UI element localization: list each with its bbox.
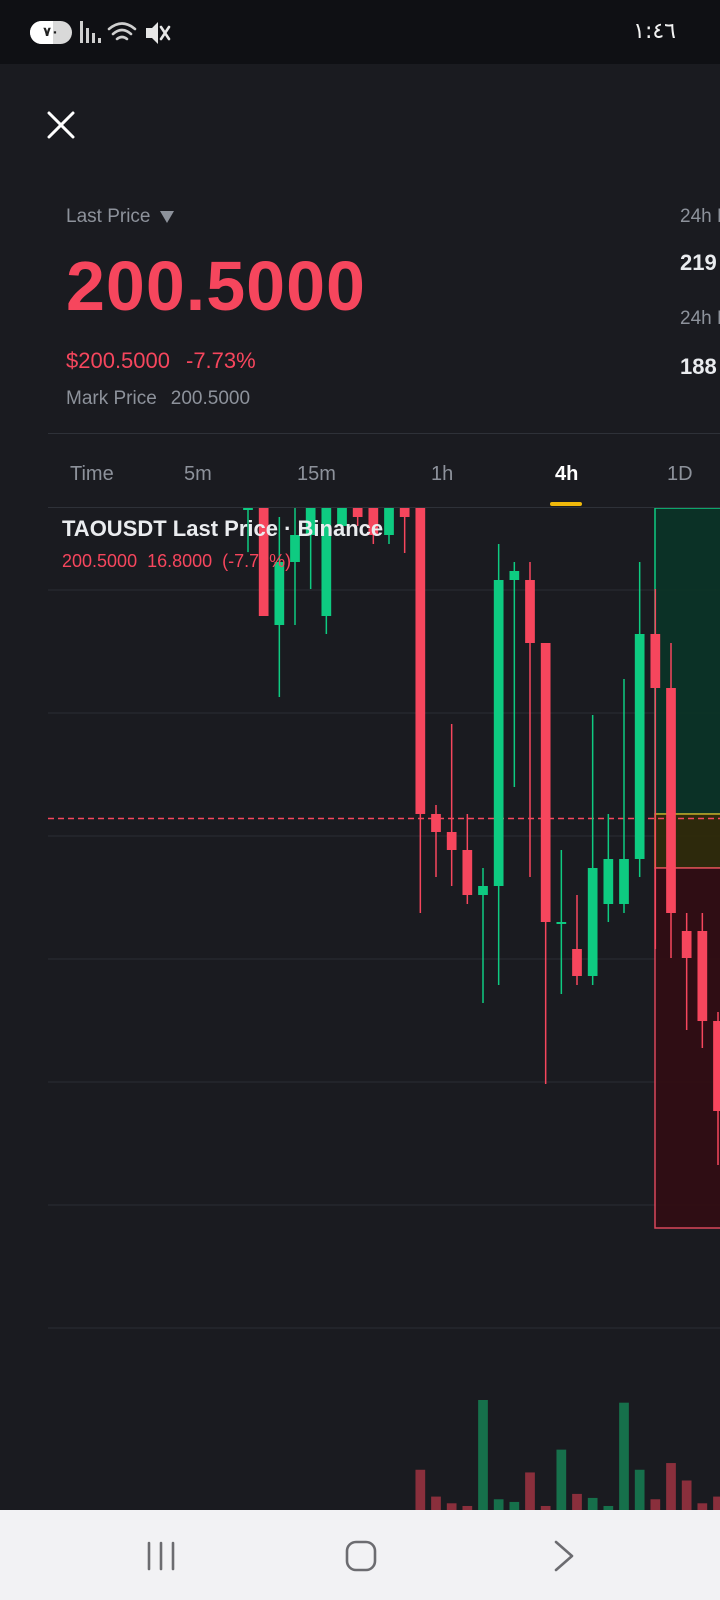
stat-24h-high-value: 219 — [680, 250, 717, 275]
home-icon[interactable] — [341, 1536, 381, 1576]
candle-body — [415, 508, 426, 814]
candle-body — [540, 643, 551, 922]
tab-time[interactable]: Time — [70, 463, 114, 486]
candle-body — [666, 688, 676, 913]
volume-bar — [666, 1463, 676, 1510]
volume-bar — [446, 1503, 457, 1510]
system-nav-bar — [0, 1510, 720, 1600]
mark-price-label: Mark Price — [66, 388, 157, 409]
triangle-down-icon — [160, 211, 175, 223]
chart-title: TAOUSDT Last Price · Binance — [62, 516, 384, 541]
candle-body — [384, 508, 394, 535]
usd-price: $200.5000 — [66, 348, 170, 373]
tab-5m[interactable]: 5m — [184, 463, 212, 486]
volume-bar — [431, 1496, 441, 1510]
candle-body — [431, 814, 441, 832]
candle-body — [399, 508, 410, 517]
interval-tabs: Time 5m 15m 1h 4h 1D — [0, 455, 720, 505]
last-price-selector[interactable]: Last Price — [66, 206, 175, 228]
volume-bar — [713, 1496, 720, 1510]
status-bar: ٧٠ ١:٤٦ — [0, 0, 720, 64]
candle-body — [697, 931, 708, 1021]
stat-24h-low-label: 24h L — [680, 308, 720, 329]
candle-body — [556, 922, 567, 924]
volume-bar — [509, 1501, 520, 1510]
status-time: ١:٤٦ — [633, 19, 676, 44]
last-price-label: Last Price — [66, 206, 151, 227]
volume-bar — [619, 1402, 629, 1510]
candle-body — [243, 508, 253, 510]
volume-bar — [572, 1493, 582, 1510]
candle-body — [525, 580, 535, 643]
signal-wifi-mute-icons — [80, 21, 171, 44]
battery-level: ٧٠ — [43, 24, 59, 39]
chart-sub-pct: (-7.73%) — [222, 551, 292, 571]
change-percent: -7.73% — [186, 348, 256, 373]
candle-body — [478, 886, 488, 895]
chart-sub-change: 16.8000 — [147, 551, 213, 571]
tab-15m[interactable]: 15m — [297, 463, 336, 486]
volume-bar — [650, 1499, 661, 1510]
candle-body — [681, 931, 692, 958]
candle-body — [603, 859, 614, 904]
battery-indicator: ٧٠ — [30, 21, 72, 44]
volume-bar — [415, 1469, 426, 1510]
mark-price-row: Mark Price 200.5000 — [66, 388, 250, 410]
volume-bar — [493, 1499, 504, 1510]
volume-bar — [478, 1400, 488, 1510]
zone-down — [654, 867, 720, 1229]
signal-icon — [80, 21, 101, 43]
stat-24h-low-value: 188 — [680, 354, 717, 379]
divider — [48, 433, 720, 434]
mute-icon — [146, 22, 171, 44]
volume-bar — [634, 1469, 645, 1510]
chart-sub-price: 200.5000 — [62, 551, 138, 571]
candle-body — [650, 634, 661, 688]
price-summary: Last Price 200.5000 $200.5000 -7.73% Mark… — [66, 206, 365, 409]
candle-body — [446, 832, 457, 850]
back-icon[interactable] — [543, 1536, 583, 1576]
mark-price-value: 200.5000 — [170, 388, 251, 409]
zone-up — [654, 508, 720, 815]
candle-body — [509, 571, 520, 580]
candlestick-chart[interactable] — [48, 508, 720, 1510]
candle-body — [493, 580, 504, 886]
chart-canvas[interactable] — [48, 508, 720, 1510]
usd-price-row: $200.5000 -7.73% — [66, 348, 256, 374]
wifi-icon — [107, 22, 137, 41]
chart-subtitle: 200.5000 16.8000 (-7.73%) — [62, 551, 301, 572]
candle-body — [462, 850, 473, 895]
candle-body — [713, 1021, 720, 1111]
volume-bar — [525, 1472, 535, 1510]
last-price-value: 200.5000 — [66, 247, 366, 325]
volume-bar — [681, 1480, 692, 1510]
recent-apps-icon[interactable] — [141, 1536, 181, 1576]
tab-1h[interactable]: 1h — [431, 463, 453, 486]
volume-bar — [556, 1449, 567, 1510]
tab-1d[interactable]: 1D — [667, 463, 693, 486]
active-tab-indicator — [550, 502, 582, 506]
close-icon[interactable] — [44, 108, 78, 142]
zone-mid — [654, 813, 720, 869]
candle-body — [634, 634, 645, 859]
tab-4h[interactable]: 4h — [555, 463, 578, 486]
candle-body — [572, 949, 582, 976]
volume-bar — [697, 1503, 708, 1510]
volume-bar — [587, 1497, 598, 1510]
candle-body — [587, 868, 598, 976]
stat-24h-high-label: 24h H — [680, 206, 720, 227]
candle-body — [619, 859, 629, 904]
